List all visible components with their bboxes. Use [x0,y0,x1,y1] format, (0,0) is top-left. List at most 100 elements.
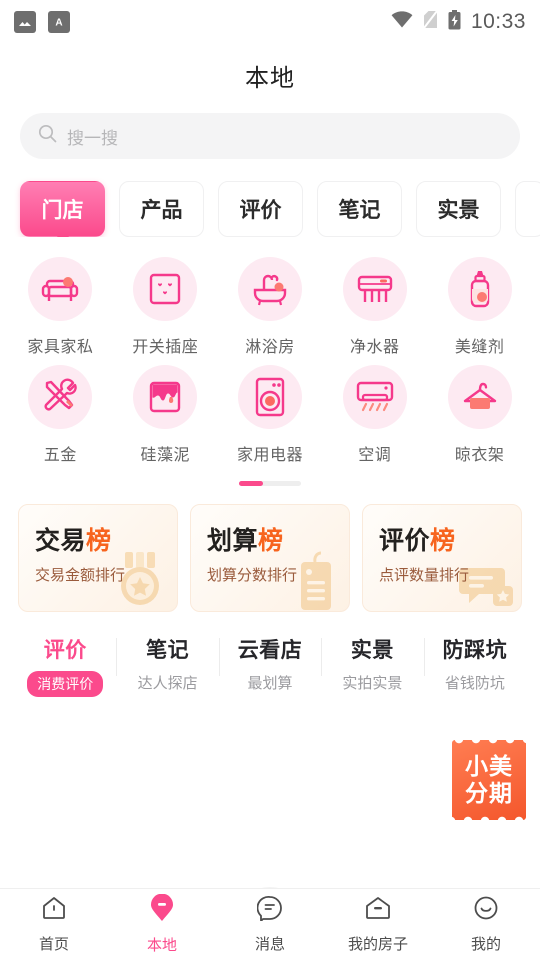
filter-title: 评价 [43,639,87,662]
sim-slash-icon [423,10,438,34]
promo-line-2: 分期 [465,780,513,806]
nav-item-home[interactable]: 首页 [0,895,108,954]
message-icon [256,895,283,926]
app-a-icon: A [48,11,70,33]
ranking-title-accent: 榜 [86,527,112,555]
filter-title: 实景 [350,639,394,662]
category-label: 净水器 [350,339,400,356]
map-pin-icon [149,893,175,927]
ranking-title-accent: 榜 [258,527,284,555]
power-outlet-icon [133,257,198,321]
nav-item-my-house[interactable]: 我的房子 [324,895,432,954]
page-title: 本地 [245,65,295,92]
search-input[interactable]: 搜一搜 [20,113,520,159]
tab-overflow-partial[interactable] [515,181,540,237]
house-icon [364,895,392,926]
tab-label: 实景 [437,199,480,222]
ranking-card-title: 交易榜 [35,521,177,557]
status-bar-right: 10:33 [391,9,526,35]
sofa-icon [28,257,93,321]
filter-title: 笔记 [146,639,190,662]
category-item-jiayongdianqi[interactable]: 家用电器 [218,365,323,465]
tab-label: 门店 [41,199,84,222]
ranking-card-title: 划算榜 [207,521,349,557]
search-placeholder: 搜一搜 [67,128,118,148]
ranking-card-huasuanbang[interactable]: 划算榜 划算分数排行 [190,504,350,612]
filter-subtitle: 省钱防坑 [444,675,505,692]
filter-item-biji[interactable]: 笔记 达人探店 [116,634,218,693]
category-item-meifengji[interactable]: 美缝剂 [427,257,532,357]
promo-line-1: 小美 [465,752,513,779]
ranking-card-row: 交易榜 交易金额排行 划算榜 划算分数排行 评价榜 点评数量排行 [0,486,540,612]
battery-charging-icon [448,9,461,35]
category-label: 淋浴房 [245,339,295,356]
sealant-tube-icon [447,257,512,321]
filter-badge: 消费评价 [27,671,104,697]
status-bar-left: A [14,11,70,33]
category-item-liangyijia[interactable]: 晾衣架 [427,365,532,465]
home-icon [41,895,67,926]
search-icon [38,124,57,148]
filter-row: 评价 消费评价 笔记 达人探店 云看店 最划算 实景 实拍实景 防踩坑 省钱防坑 [0,612,540,697]
filter-subtitle: 最划算 [247,675,293,692]
ranking-title-main: 评价 [379,527,431,555]
ranking-card-subtitle: 划算分数排行 [207,567,298,584]
ranking-title-main: 交易 [35,527,87,555]
clothes-hanger-icon [447,365,512,429]
carousel-page-indicator[interactable] [0,465,540,486]
nav-item-profile[interactable]: 我的 [432,895,540,954]
filter-item-fangcaikeng[interactable]: 防踩坑 省钱防坑 [423,634,526,693]
tab-label: 评价 [239,199,282,222]
category-label: 空调 [358,447,392,464]
nav-label: 首页 [38,936,69,953]
nav-item-local[interactable]: 本地 [108,893,216,955]
nav-label: 本地 [146,937,177,954]
category-grid: 家具家私 开关插座 淋浴房 净水器 美缝剂 五金 硅藻泥 家用电器 空调 晾衣架 [0,237,540,465]
ranking-card-subtitle: 点评数量排行 [379,567,470,584]
tab-bar[interactable]: 门店 产品 评价 笔记 实景 [0,159,540,237]
filter-item-shijing[interactable]: 实景 实拍实景 [321,634,423,693]
wifi-icon [391,10,413,34]
category-item-jingshuiqi[interactable]: 净水器 [322,257,427,357]
category-label: 美缝剂 [454,339,505,356]
svg-text:A: A [55,18,62,29]
tab-pingjia[interactable]: 评价 [218,181,303,237]
tab-shijing[interactable]: 实景 [416,181,501,237]
indicator-track [239,481,301,486]
category-item-guizaoni[interactable]: 硅藻泥 [113,365,218,465]
status-bar-clock: 10:33 [470,10,526,33]
tools-icon [28,365,93,429]
tab-biji[interactable]: 笔记 [317,181,402,237]
tab-chanpin[interactable]: 产品 [119,181,204,237]
smiley-icon [473,895,499,926]
nav-label: 我的 [470,936,501,953]
category-label: 开关插座 [132,339,199,356]
status-bar: A 10:33 [0,0,540,44]
ranking-card-title: 评价榜 [379,521,521,557]
ranking-card-pingjiabang[interactable]: 评价榜 点评数量排行 [362,504,522,612]
category-item-jiajujiasi[interactable]: 家具家私 [8,257,113,357]
filter-item-yunkandian[interactable]: 云看店 最划算 [218,634,321,693]
washing-machine-icon [237,365,302,429]
category-item-kaiguanchazuo[interactable]: 开关插座 [113,257,218,357]
bottom-navigation: 首页 本地 消息 我的房子 我的 [0,888,540,960]
nav-label: 消息 [254,936,285,953]
filter-title: 云看店 [237,639,303,662]
category-label: 家具家私 [27,339,94,356]
water-purifier-icon [342,257,407,321]
category-item-kongtiao[interactable]: 空调 [322,365,427,465]
bathtub-shower-icon [237,257,302,321]
category-item-linyufang[interactable]: 淋浴房 [218,257,323,357]
ranking-card-jiaoyibang[interactable]: 交易榜 交易金额排行 [18,504,178,612]
tab-label: 笔记 [338,199,381,222]
filter-title: 防踩坑 [442,639,508,662]
nav-item-messages[interactable]: 消息 [216,895,324,954]
category-label: 家用电器 [236,447,303,464]
category-item-wujin[interactable]: 五金 [8,365,113,465]
filter-item-pingjia[interactable]: 评价 消费评价 [14,634,116,697]
tab-mendian[interactable]: 门店 [20,181,105,237]
filter-subtitle: 达人探店 [137,675,198,692]
filter-subtitle: 实拍实景 [342,675,403,692]
category-label: 五金 [43,447,77,464]
floating-promo-ticket[interactable]: 小美 分期 [452,739,526,820]
